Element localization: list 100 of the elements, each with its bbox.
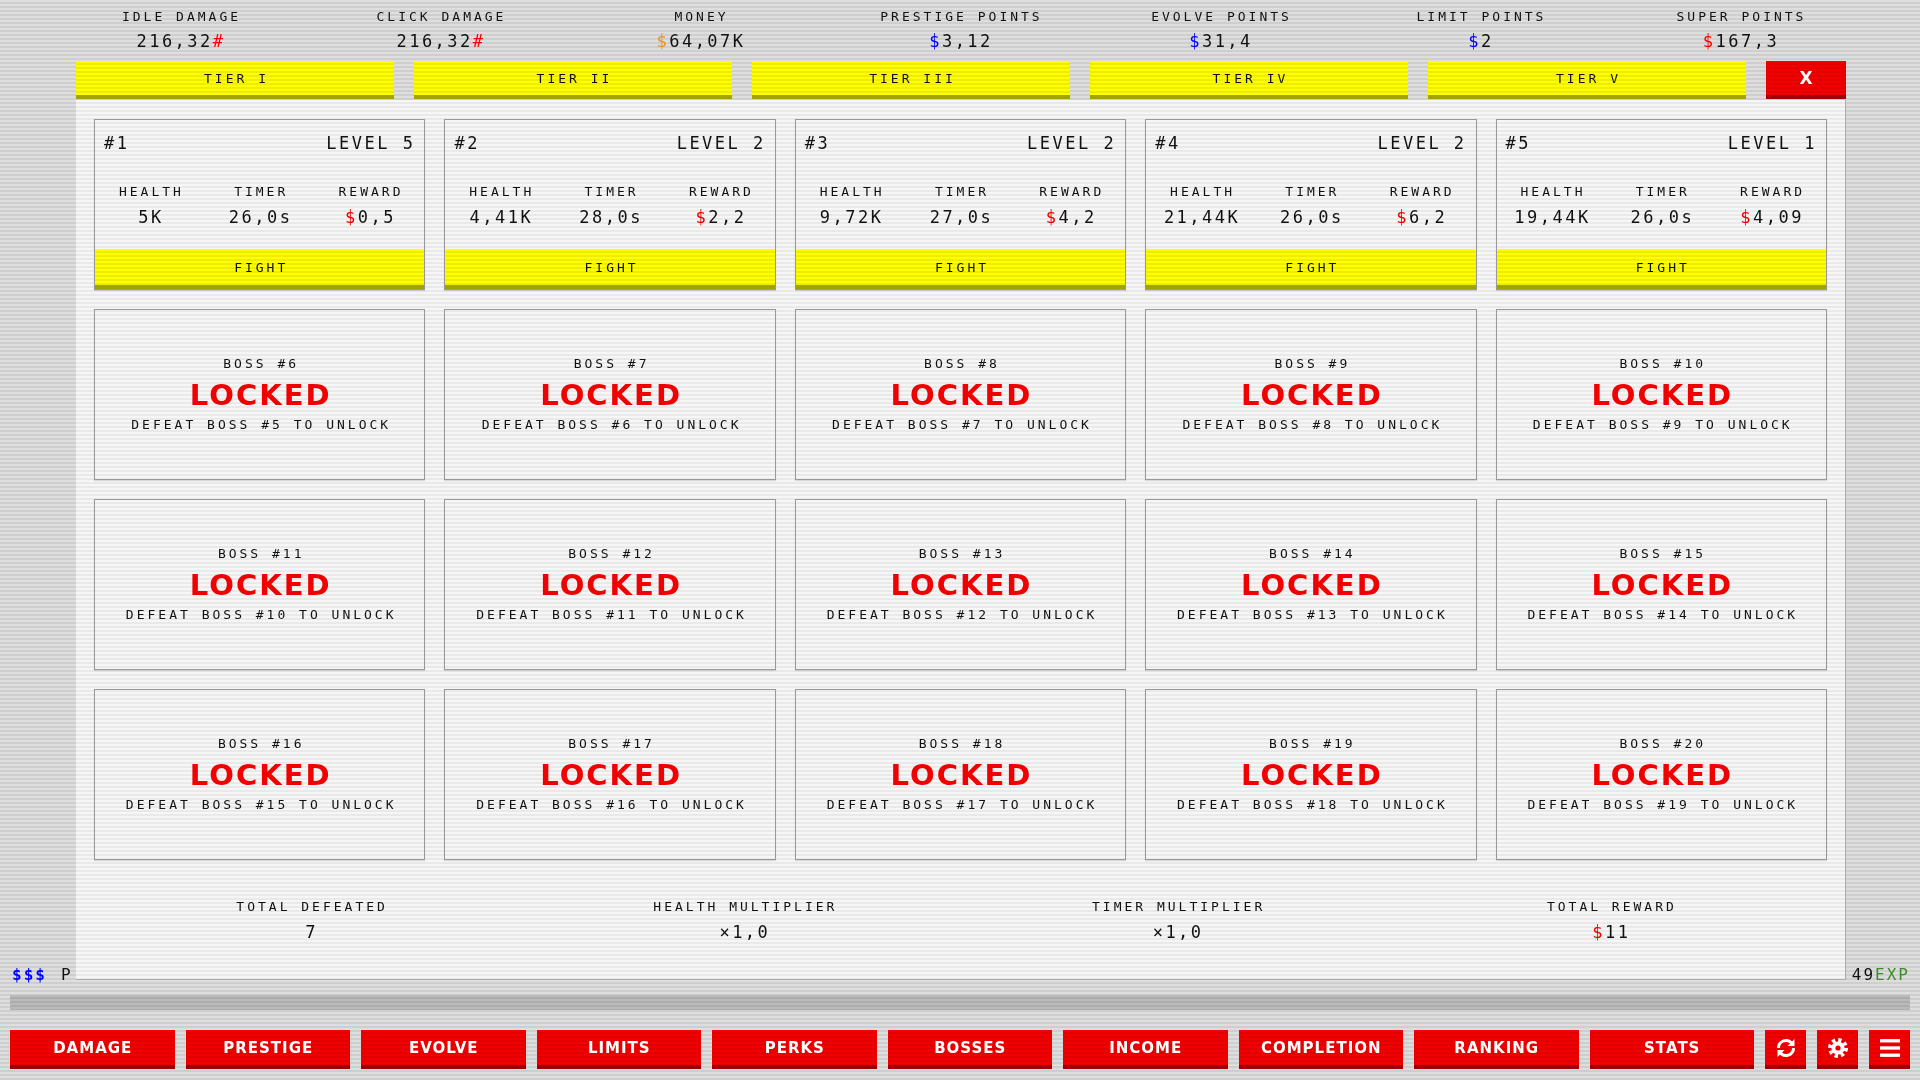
nav-button[interactable]: PERKS: [712, 1030, 877, 1069]
settings-icon: [1827, 1037, 1848, 1058]
stat-value: 26,0s: [227, 207, 293, 227]
boss-level: LEVEL 2: [1027, 133, 1117, 153]
unlock-hint: DEFEAT BOSS #15 TO UNLOCK: [124, 797, 397, 813]
boss-number: #2: [454, 133, 480, 153]
stat-value: $4,09: [1739, 207, 1804, 227]
boss-title: BOSS #19: [1268, 736, 1356, 752]
stat-value: 9,72K: [818, 207, 884, 227]
boss-title: BOSS #6: [222, 356, 300, 372]
nav-button[interactable]: DAMAGE: [10, 1030, 175, 1069]
locked-status: LOCKED: [539, 379, 682, 411]
summary-value: $11: [1591, 922, 1631, 942]
menu-button[interactable]: [1869, 1030, 1910, 1069]
boss-title: BOSS #18: [917, 736, 1006, 752]
locked-status: LOCKED: [889, 569, 1033, 601]
close-button[interactable]: X: [1766, 61, 1846, 99]
nav-button[interactable]: INCOME: [1063, 1030, 1228, 1069]
fight-button[interactable]: FIGHT: [1496, 249, 1826, 289]
unlock-hint: DEFEAT BOSS #7 TO UNLOCK: [831, 417, 1092, 433]
unlock-hint: DEFEAT BOSS #18 TO UNLOCK: [1176, 797, 1448, 813]
locked-status: LOCKED: [1240, 379, 1383, 411]
stat-value: 19,44K: [1513, 207, 1591, 227]
locked-status: LOCKED: [1590, 759, 1734, 791]
currency-symbols: $$$: [12, 966, 47, 984]
nav-button[interactable]: STATS: [1589, 1030, 1754, 1069]
stat-value: $3,12: [928, 31, 993, 51]
nav-button[interactable]: PRESTIGE: [185, 1030, 350, 1069]
stat-label: TIMER: [1284, 184, 1340, 200]
nav-button[interactable]: RANKING: [1414, 1030, 1579, 1069]
boss-title: BOSS #16: [216, 736, 305, 752]
unlock-hint: DEFEAT BOSS #14 TO UNLOCK: [1526, 607, 1799, 623]
fight-button[interactable]: FIGHT: [95, 249, 425, 289]
locked-status: LOCKED: [1240, 569, 1383, 601]
boss-number: #3: [804, 133, 831, 153]
nav-button[interactable]: LIMITS: [536, 1030, 701, 1069]
boss-number: #5: [1505, 133, 1532, 153]
stat-label: REWARD: [337, 184, 404, 200]
summary-label: HEALTH MULTIPLIER: [652, 899, 838, 915]
stat-value: $6,2: [1395, 207, 1448, 227]
nav-button[interactable]: BOSSES: [887, 1030, 1052, 1069]
boss-title: BOSS #11: [216, 546, 305, 562]
locked-status: LOCKED: [889, 759, 1033, 791]
tier-tab[interactable]: TIER I: [76, 61, 394, 99]
boss-title: BOSS #8: [923, 356, 1000, 372]
stat-value: $2,2: [694, 207, 747, 227]
nav-button[interactable]: COMPLETION: [1238, 1030, 1403, 1069]
stat-value: 26,0s: [1279, 207, 1344, 227]
boss-number: #1: [104, 133, 130, 153]
boss-title: BOSS #7: [572, 356, 650, 372]
stat-label: HEALTH: [1169, 184, 1236, 200]
summary-value: ×1,0: [1151, 922, 1204, 942]
boss-title: BOSS #9: [1273, 356, 1351, 372]
tier-tab[interactable]: TIER IV: [1090, 61, 1408, 99]
boss-title: BOSS #14: [1268, 546, 1356, 562]
stat-label: TIMER: [583, 184, 639, 200]
locked-status: LOCKED: [889, 379, 1033, 411]
stat-value: 4,41K: [468, 207, 534, 227]
unlock-hint: DEFEAT BOSS #11 TO UNLOCK: [475, 607, 747, 623]
locked-status: LOCKED: [188, 569, 332, 601]
locked-status: LOCKED: [1590, 379, 1734, 411]
unlock-hint: DEFEAT BOSS #12 TO UNLOCK: [825, 607, 1098, 623]
boss-level: LEVEL 5: [326, 133, 416, 153]
stat-label: TIMER: [233, 184, 289, 200]
nav-button[interactable]: EVOLVE: [361, 1030, 526, 1069]
locked-status: LOCKED: [188, 379, 332, 411]
tier-tab[interactable]: TIER V: [1428, 61, 1746, 99]
stat-label: TIMER: [933, 184, 990, 200]
stat-value: 216,32#: [395, 31, 486, 51]
unlock-hint: DEFEAT BOSS #17 TO UNLOCK: [825, 797, 1098, 813]
stat-value: 5K: [137, 207, 164, 227]
boss-title: BOSS #12: [567, 546, 655, 562]
unlock-hint: DEFEAT BOSS #9 TO UNLOCK: [1531, 417, 1793, 433]
fight-button[interactable]: FIGHT: [795, 249, 1126, 289]
refresh-button[interactable]: [1765, 1030, 1806, 1069]
stat-label: LIMIT POINTS: [1415, 9, 1547, 25]
stat-label: IDLE DAMAGE: [120, 9, 242, 25]
boss-level: LEVEL 2: [1377, 133, 1467, 153]
tier-tab[interactable]: TIER III: [752, 61, 1070, 99]
stat-value: 27,0s: [928, 207, 994, 227]
locked-status: LOCKED: [539, 569, 682, 601]
stat-value: $4,2: [1044, 207, 1097, 227]
fight-button[interactable]: FIGHT: [1146, 249, 1476, 289]
unlock-hint: DEFEAT BOSS #13 TO UNLOCK: [1176, 607, 1448, 623]
settings-button[interactable]: [1817, 1030, 1858, 1069]
summary-label: TOTAL DEFEATED: [235, 899, 388, 915]
unlock-hint: DEFEAT BOSS #6 TO UNLOCK: [480, 417, 742, 433]
stat-value: $0,5: [344, 207, 396, 227]
tier-tab[interactable]: TIER II: [414, 61, 732, 99]
progress-label: P: [60, 966, 73, 984]
stat-label: REWARD: [687, 184, 754, 200]
stat-value: $64,07K: [655, 31, 746, 51]
unlock-hint: DEFEAT BOSS #19 TO UNLOCK: [1526, 797, 1799, 813]
stat-value: 26,0s: [1629, 207, 1695, 227]
locked-status: LOCKED: [188, 759, 332, 791]
summary-value: ×1,0: [718, 922, 771, 942]
boss-title: BOSS #15: [1618, 546, 1707, 562]
fight-button[interactable]: FIGHT: [445, 249, 775, 289]
locked-status: LOCKED: [539, 759, 682, 791]
summary-label: TIMER MULTIPLIER: [1091, 899, 1266, 915]
